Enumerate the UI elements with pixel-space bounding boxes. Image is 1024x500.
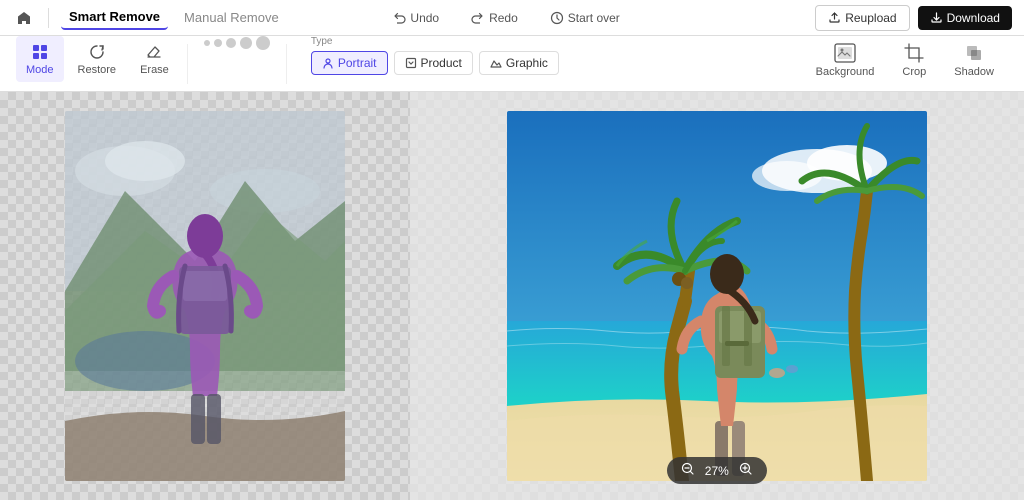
mode-tool[interactable]: Mode — [16, 36, 64, 82]
left-panel — [0, 92, 410, 500]
zoom-in-icon — [739, 462, 753, 476]
toolbar-divider-2 — [286, 44, 287, 84]
right-panel: 27% — [410, 92, 1024, 500]
undo-icon — [392, 11, 406, 25]
reupload-icon — [828, 11, 841, 24]
product-icon — [405, 57, 417, 69]
redo-label: Redo — [489, 11, 518, 25]
main-editor-area: 27% — [0, 92, 1024, 500]
background-icon — [834, 42, 856, 64]
right-photo — [507, 111, 927, 481]
toolbar: Mode Restore Erase — [0, 36, 1024, 92]
background-label: Background — [816, 66, 875, 78]
zoom-out-button[interactable] — [679, 462, 697, 479]
reupload-label: Reupload — [845, 11, 896, 25]
mode-tool-group: Mode Restore Erase — [16, 36, 179, 82]
shadow-label: Shadow — [954, 66, 994, 78]
shadow-tool[interactable]: Shadow — [940, 36, 1008, 84]
brush-dot-sm[interactable] — [204, 40, 210, 46]
portrait-type-button[interactable]: Portrait — [311, 51, 388, 75]
mode-icon — [30, 42, 50, 62]
brush-dot-lg[interactable] — [256, 36, 270, 50]
zoom-control: 27% — [667, 457, 767, 484]
left-photo — [65, 111, 345, 481]
toolbar-divider-1 — [187, 44, 188, 84]
nav-divider — [48, 8, 49, 28]
left-image-container — [65, 111, 345, 481]
zoom-level: 27% — [705, 464, 729, 478]
tab-manual-remove[interactable]: Manual Remove — [176, 6, 287, 29]
type-section-label: Type — [311, 36, 559, 47]
undo-label: Undo — [410, 11, 439, 25]
download-label: Download — [947, 11, 1000, 25]
crop-label: Crop — [902, 66, 926, 78]
start-over-button[interactable]: Start over — [542, 7, 628, 29]
graphic-type-button[interactable]: Graphic — [479, 51, 559, 75]
brush-dot-md[interactable] — [226, 38, 236, 48]
restore-label: Restore — [78, 64, 117, 76]
crop-icon — [903, 42, 925, 64]
product-label: Product — [421, 56, 462, 70]
reupload-button[interactable]: Reupload — [815, 5, 909, 31]
restore-tool[interactable]: Restore — [68, 36, 127, 82]
shadow-icon — [963, 42, 985, 64]
erase-label: Erase — [140, 64, 169, 76]
top-navigation-bar: Smart Remove Manual Remove Undo Redo Sta… — [0, 0, 1024, 36]
redo-button[interactable]: Redo — [463, 7, 526, 29]
type-section: Type Portrait Product Graph — [311, 36, 559, 75]
zoom-in-button[interactable] — [737, 462, 755, 479]
tab-smart-remove[interactable]: Smart Remove — [61, 5, 168, 30]
brush-dot-md-lg[interactable] — [240, 37, 252, 49]
topbar-actions: Undo Redo Start over — [384, 7, 627, 29]
download-icon — [930, 11, 943, 24]
start-over-icon — [550, 11, 564, 25]
portrait-icon — [322, 57, 334, 69]
right-tools-group: Background Crop Shadow — [802, 36, 1008, 84]
graphic-icon — [490, 57, 502, 69]
portrait-label: Portrait — [338, 56, 377, 70]
brush-dot-md-sm[interactable] — [214, 39, 222, 47]
restore-icon — [87, 42, 107, 62]
crop-tool[interactable]: Crop — [888, 36, 940, 84]
brush-size-row — [196, 36, 278, 50]
undo-button[interactable]: Undo — [384, 7, 447, 29]
graphic-label: Graphic — [506, 56, 548, 70]
erase-tool[interactable]: Erase — [130, 36, 179, 82]
mode-label: Mode — [26, 64, 54, 76]
home-icon[interactable] — [12, 6, 36, 30]
start-over-label: Start over — [568, 11, 620, 25]
redo-icon — [471, 11, 485, 25]
product-type-button[interactable]: Product — [394, 51, 473, 75]
download-button[interactable]: Download — [918, 6, 1012, 30]
topbar-right-actions: Reupload Download — [815, 5, 1012, 31]
type-buttons-group: Portrait Product Graphic — [311, 51, 559, 75]
erase-icon — [144, 42, 164, 62]
background-tool[interactable]: Background — [802, 36, 889, 84]
zoom-out-icon — [681, 462, 695, 476]
